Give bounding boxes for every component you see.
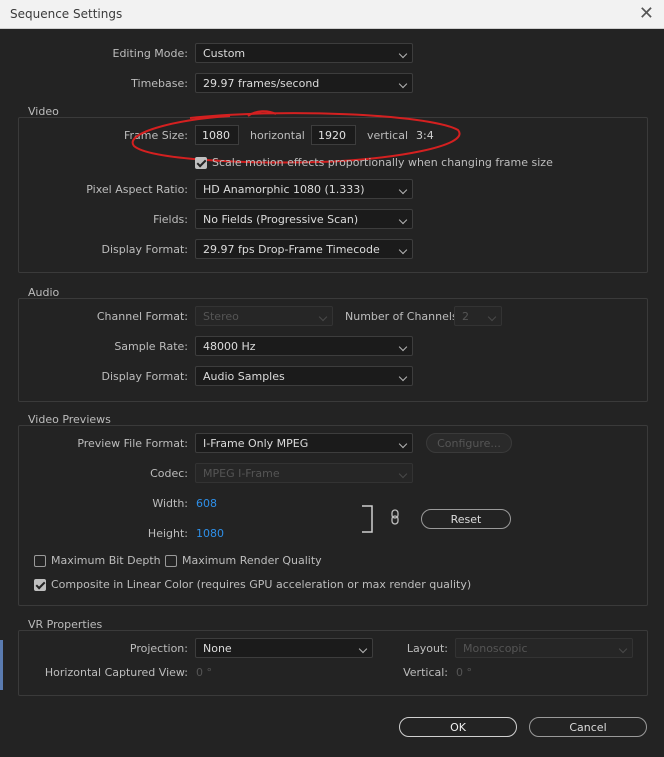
- pixel-aspect-value: HD Anamorphic 1080 (1.333): [203, 183, 365, 196]
- preview-width-value[interactable]: 608: [196, 497, 217, 510]
- timebase-value: 29.97 frames/second: [203, 77, 320, 90]
- chevron-down-icon: [398, 342, 408, 352]
- video-display-format-label: Display Format:: [101, 243, 188, 256]
- layout-value: Monoscopic: [463, 642, 528, 655]
- horizontal-captured-view-label: Horizontal Captured View:: [44, 666, 188, 679]
- horizontal-captured-view-value: 0 °: [196, 666, 212, 679]
- scale-motion-label: Scale motion effects proportionally when…: [212, 156, 553, 169]
- chevron-down-icon: [618, 644, 628, 654]
- projection-dropdown[interactable]: None: [195, 638, 373, 658]
- close-icon[interactable]: ✕: [639, 3, 654, 24]
- chevron-down-icon: [398, 79, 408, 89]
- frame-width-input[interactable]: 1080: [195, 125, 239, 145]
- channel-format-value: Stereo: [203, 310, 239, 323]
- editing-mode-value: Custom: [203, 47, 246, 60]
- title-bar: Sequence Settings ✕: [0, 0, 664, 29]
- timebase-label: Timebase:: [131, 77, 188, 90]
- chevron-down-icon: [398, 245, 408, 255]
- pixel-aspect-label: Pixel Aspect Ratio:: [86, 183, 188, 196]
- max-bit-depth-checkbox[interactable]: [34, 555, 46, 567]
- sample-rate-dropdown[interactable]: 48000 Hz: [195, 336, 413, 356]
- audio-display-format-label: Display Format:: [101, 370, 188, 383]
- vr-vertical-label: Vertical:: [403, 666, 448, 679]
- fields-dropdown[interactable]: No Fields (Progressive Scan): [195, 209, 413, 229]
- max-bit-depth-label: Maximum Bit Depth: [51, 554, 161, 567]
- projection-value: None: [203, 642, 232, 655]
- window-title: Sequence Settings: [10, 7, 123, 21]
- timebase-dropdown[interactable]: 29.97 frames/second: [195, 73, 413, 93]
- vr-vertical-value: 0 °: [456, 666, 472, 679]
- chevron-down-icon: [358, 644, 368, 654]
- chevron-down-icon: [398, 469, 408, 479]
- sample-rate-value: 48000 Hz: [203, 340, 256, 353]
- vertical-label: vertical: [367, 129, 409, 142]
- editing-mode-dropdown[interactable]: Custom: [195, 43, 413, 63]
- chevron-down-icon: [398, 439, 408, 449]
- audio-display-format-value: Audio Samples: [203, 370, 285, 383]
- layout-label: Layout:: [406, 642, 448, 655]
- horizontal-label: horizontal: [250, 129, 305, 142]
- configure-button: Configure...: [426, 433, 512, 453]
- link-bracket: [362, 505, 373, 533]
- preview-format-value: I-Frame Only MPEG: [203, 437, 309, 450]
- projection-label: Projection:: [129, 642, 188, 655]
- preview-format-label: Preview File Format:: [77, 437, 188, 450]
- num-channels-dropdown: 2: [454, 306, 502, 326]
- chevron-down-icon: [318, 312, 328, 322]
- codec-value: MPEG I-Frame: [203, 467, 280, 480]
- max-render-quality-checkbox[interactable]: [165, 555, 177, 567]
- num-channels-value: 2: [462, 310, 469, 323]
- pixel-aspect-dropdown[interactable]: HD Anamorphic 1080 (1.333): [195, 179, 413, 199]
- codec-dropdown: MPEG I-Frame: [195, 463, 413, 483]
- composite-linear-checkbox[interactable]: [34, 579, 46, 591]
- chevron-down-icon: [398, 215, 408, 225]
- layout-dropdown: Monoscopic: [455, 638, 633, 658]
- preview-format-dropdown[interactable]: I-Frame Only MPEG: [195, 433, 413, 453]
- video-display-format-value: 29.97 fps Drop-Frame Timecode: [203, 243, 380, 256]
- sample-rate-label: Sample Rate:: [114, 340, 188, 353]
- audio-display-format-dropdown[interactable]: Audio Samples: [195, 366, 413, 386]
- codec-label: Codec:: [150, 467, 188, 480]
- chain-link-icon[interactable]: [389, 509, 401, 525]
- channel-format-dropdown: Stereo: [195, 306, 333, 326]
- ok-button[interactable]: OK: [399, 717, 517, 737]
- preview-height-label: Height:: [147, 527, 188, 540]
- reset-button[interactable]: Reset: [421, 509, 511, 529]
- channel-format-label: Channel Format:: [96, 310, 188, 323]
- frame-size-label: Frame Size:: [123, 129, 188, 142]
- background-window-edge: [0, 640, 3, 690]
- fields-value: No Fields (Progressive Scan): [203, 213, 359, 226]
- composite-linear-label: Composite in Linear Color (requires GPU …: [51, 578, 472, 591]
- video-display-format-dropdown[interactable]: 29.97 fps Drop-Frame Timecode: [195, 239, 413, 259]
- preview-height-value[interactable]: 1080: [196, 527, 224, 540]
- fields-label: Fields:: [153, 213, 188, 226]
- cancel-button[interactable]: Cancel: [529, 717, 647, 737]
- num-channels-label: Number of Channels:: [345, 310, 462, 323]
- chevron-down-icon: [398, 372, 408, 382]
- max-render-quality-label: Maximum Render Quality: [182, 554, 322, 567]
- editing-mode-label: Editing Mode:: [112, 47, 189, 60]
- chevron-down-icon: [398, 185, 408, 195]
- preview-width-label: Width:: [152, 497, 188, 510]
- aspect-ratio-value: 3:4: [416, 129, 434, 142]
- scale-motion-checkbox[interactable]: [195, 157, 207, 169]
- chevron-down-icon: [398, 49, 408, 59]
- frame-height-input[interactable]: 1920: [311, 125, 356, 145]
- chevron-down-icon: [487, 312, 497, 322]
